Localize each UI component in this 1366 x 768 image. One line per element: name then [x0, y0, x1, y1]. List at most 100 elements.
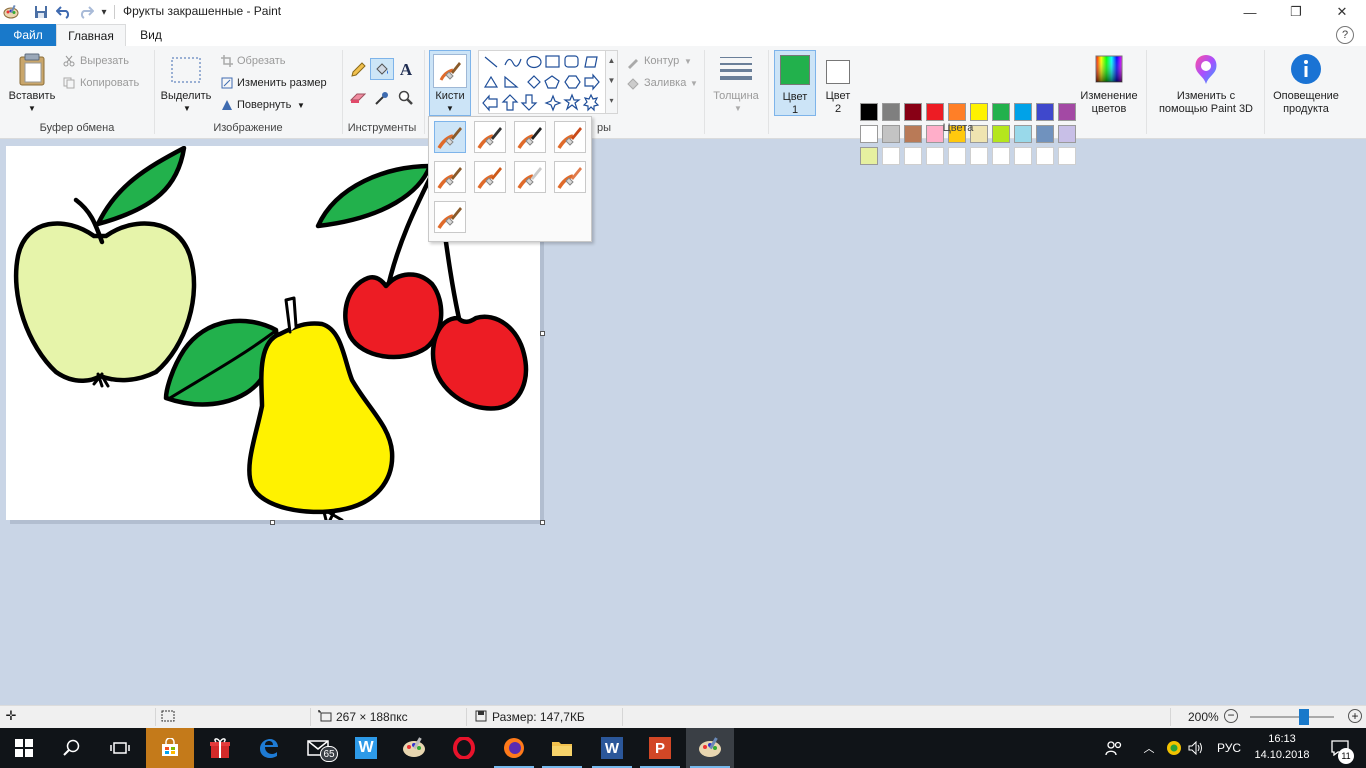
brush-option[interactable]	[434, 161, 466, 193]
paint3d-line1[interactable]: Изменить с	[1150, 90, 1262, 103]
people-icon[interactable]	[1102, 728, 1126, 768]
size-button[interactable]: Толщина	[706, 90, 766, 103]
custom-color-slot[interactable]	[948, 147, 966, 165]
custom-color-slot[interactable]	[992, 147, 1010, 165]
eraser-icon[interactable]	[348, 88, 368, 108]
help-button[interactable]: ?	[1336, 26, 1354, 44]
brush-option[interactable]	[434, 201, 466, 233]
palette-color[interactable]	[904, 103, 922, 121]
outline-dropdown-icon[interactable]: ▼	[684, 57, 692, 66]
edit-colors-icon[interactable]	[1094, 54, 1124, 84]
search-button[interactable]	[48, 728, 96, 768]
resize-button[interactable]: Изменить размер	[237, 77, 327, 89]
task-view-button[interactable]	[96, 728, 144, 768]
start-button[interactable]	[0, 728, 48, 768]
resize-handle-corner[interactable]	[540, 520, 545, 525]
brush-option[interactable]	[434, 121, 466, 153]
security-icon[interactable]	[1164, 728, 1184, 768]
custom-color-slot[interactable]	[1036, 147, 1054, 165]
outline-button[interactable]: Контур	[644, 55, 679, 67]
info-icon[interactable]	[1290, 53, 1322, 85]
resize-handle-right[interactable]	[540, 331, 545, 336]
minimize-button[interactable]: —	[1227, 0, 1273, 24]
store-app[interactable]	[146, 728, 194, 768]
custom-color-slot[interactable]	[926, 147, 944, 165]
paste-icon[interactable]	[14, 52, 50, 88]
custom-color-slot[interactable]	[882, 147, 900, 165]
shapes-icons[interactable]	[479, 51, 605, 113]
action-center-button[interactable]: 11	[1322, 728, 1358, 768]
product-alert-line2[interactable]: продукта	[1268, 103, 1344, 116]
palette-color[interactable]	[1014, 103, 1032, 121]
brush-option[interactable]	[474, 121, 506, 153]
select-dropdown-icon[interactable]: ▼	[183, 104, 191, 113]
tab-view[interactable]: Вид	[130, 24, 172, 46]
copy-button[interactable]: Копировать	[80, 77, 139, 89]
custom-color-slot[interactable]	[904, 147, 922, 165]
word-app[interactable]: W	[588, 728, 636, 768]
firefox-app[interactable]	[490, 728, 538, 768]
custom-color-slot[interactable]	[1014, 147, 1032, 165]
palette-color[interactable]	[1058, 103, 1076, 121]
palette-color[interactable]	[948, 103, 966, 121]
palette-color[interactable]	[882, 103, 900, 121]
gift-app[interactable]	[196, 728, 244, 768]
palette-color[interactable]	[926, 103, 944, 121]
custom-color-slot[interactable]	[1058, 147, 1076, 165]
fill-button[interactable]: Заливка	[644, 77, 686, 89]
color2-button[interactable]: Цвет 2	[818, 50, 858, 116]
show-hidden-icons-icon[interactable]: ︿	[1140, 728, 1158, 768]
input-language[interactable]: РУС	[1212, 728, 1246, 768]
brush-option[interactable]	[474, 161, 506, 193]
paste-dropdown-icon[interactable]: ▼	[28, 104, 36, 113]
shapes-gallery[interactable]	[478, 50, 606, 114]
shapes-scroll[interactable]: ▲ ▼ ▾	[606, 50, 618, 114]
color-picker-icon[interactable]	[372, 88, 392, 108]
palette-color[interactable]	[1058, 125, 1076, 143]
zoom-slider-thumb[interactable]	[1299, 709, 1309, 725]
brush-option[interactable]	[514, 121, 546, 153]
brush-option[interactable]	[514, 161, 546, 193]
cut-button[interactable]: Вырезать	[80, 55, 129, 67]
edit-colors-line1[interactable]: Изменение	[1076, 90, 1142, 103]
redo-icon[interactable]	[77, 3, 95, 21]
select-button[interactable]: Выделить	[158, 90, 214, 103]
zoom-slider-track[interactable]	[1250, 716, 1334, 718]
color1-button[interactable]: Цвет 1	[774, 50, 816, 116]
select-icon[interactable]	[170, 56, 202, 84]
palette-color[interactable]	[970, 103, 988, 121]
zoom-out-button[interactable]: −	[1224, 709, 1238, 723]
save-icon[interactable]	[32, 3, 50, 21]
w-app[interactable]: W	[342, 728, 390, 768]
close-button[interactable]: ✕	[1319, 0, 1365, 24]
line-size-icon[interactable]	[718, 54, 754, 84]
magnifier-icon[interactable]	[396, 88, 416, 108]
edit-colors-line2[interactable]: цветов	[1076, 103, 1142, 116]
tab-file[interactable]: Файл	[0, 24, 56, 46]
palette-color[interactable]	[860, 103, 878, 121]
paint-taskbar-app[interactable]	[686, 728, 734, 768]
fill-bucket-icon[interactable]	[370, 58, 394, 80]
zoom-in-button[interactable]: +	[1348, 709, 1362, 723]
pencil-icon[interactable]	[348, 60, 368, 80]
brush-option[interactable]	[554, 121, 586, 153]
paste-button[interactable]: Вставить	[4, 90, 60, 103]
paint-3d-taskbar-app[interactable]	[390, 728, 438, 768]
paint-app-icon[interactable]	[2, 3, 20, 21]
clock[interactable]: 16:13 14.10.2018	[1252, 731, 1312, 765]
rotate-dropdown-icon[interactable]: ▼	[297, 101, 305, 110]
size-dropdown-icon[interactable]: ▼	[734, 104, 742, 113]
paint3d-icon[interactable]	[1190, 52, 1222, 86]
volume-icon[interactable]	[1186, 728, 1206, 768]
mail-app[interactable]: 65	[294, 728, 342, 768]
edge-app[interactable]	[244, 728, 292, 768]
powerpoint-app[interactable]: P	[636, 728, 684, 768]
palette-color[interactable]	[860, 147, 878, 165]
fill-dropdown-icon[interactable]: ▼	[690, 79, 698, 88]
paint3d-line2[interactable]: помощью Paint 3D	[1150, 103, 1262, 116]
undo-icon[interactable]	[55, 3, 73, 21]
crop-button[interactable]: Обрезать	[237, 55, 286, 67]
brush-option[interactable]	[554, 161, 586, 193]
maximize-button[interactable]: ❐	[1273, 0, 1319, 24]
resize-handle-bottom[interactable]	[270, 520, 275, 525]
